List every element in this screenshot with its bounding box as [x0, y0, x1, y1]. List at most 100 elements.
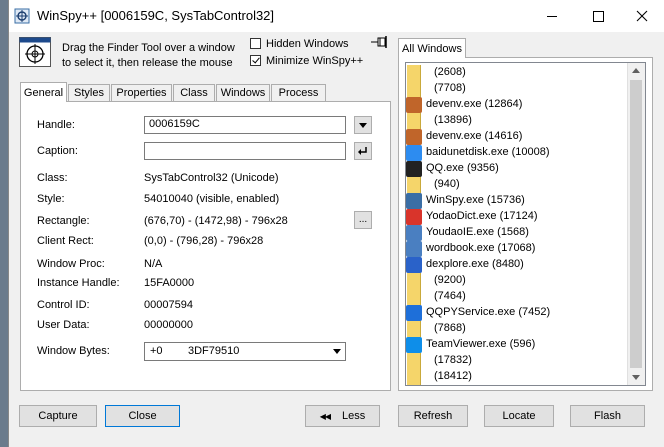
window-node[interactable]: (13896) [406, 113, 628, 129]
window-node[interactable]: (9200) [406, 273, 628, 289]
window-icon [406, 225, 422, 241]
tree-node-label: devenv.exe (14616) [426, 130, 523, 142]
tree-node-label: wordbook.exe (17068) [426, 242, 536, 254]
window-node[interactable]: (940) [406, 177, 628, 193]
control-id-label: Control ID: [37, 299, 90, 311]
process-node[interactable]: dexplore.exe (8480) [406, 257, 628, 273]
folder-icon [407, 65, 421, 81]
minimize-button[interactable] [529, 0, 575, 32]
tab-general[interactable]: General [20, 82, 67, 102]
folder-icon [407, 273, 421, 289]
chevron-down-icon [333, 349, 341, 354]
window-bytes-label: Window Bytes: [37, 345, 110, 357]
close-button[interactable]: Close [105, 405, 180, 427]
tab-all-windows[interactable]: All Windows [398, 38, 466, 58]
process-node[interactable]: devenv.exe (12864) [406, 97, 628, 113]
process-node[interactable]: devenv.exe (14616) [406, 129, 628, 145]
general-tab-panel: Handle: 0006159C Caption: Class: SysTabC… [20, 101, 391, 391]
process-node[interactable]: QQ.exe (9356) [406, 161, 628, 177]
window-icon [406, 241, 422, 257]
tab-class[interactable]: Class [173, 84, 215, 101]
pin-icon[interactable] [371, 36, 389, 48]
window-node[interactable]: (17832) [406, 353, 628, 369]
finder-instructions: Drag the Finder Tool over a window to se… [62, 41, 235, 71]
tree-node-label: WinSpy.exe (15736) [426, 194, 525, 206]
flash-button[interactable]: Flash [570, 405, 645, 427]
user-data-label: User Data: [37, 319, 90, 331]
tree-node-label: YoudaoIE.exe (1568) [426, 226, 529, 238]
rectangle-label: Rectangle: [37, 215, 90, 227]
scroll-up-icon[interactable] [632, 68, 640, 73]
tab-styles-label: Styles [74, 87, 104, 99]
tab-styles[interactable]: Styles [68, 84, 110, 101]
process-node[interactable]: YoudaoIE.exe (1568) [406, 225, 628, 241]
window-node[interactable]: (7868) [406, 321, 628, 337]
finder-tool-icon[interactable] [19, 37, 51, 67]
window-node[interactable]: (7708) [406, 81, 628, 97]
tree-node-label: (7464) [434, 290, 466, 302]
window-tree[interactable]: (2608) (7708) devenv.exe (12864) (13896) dev… [405, 62, 646, 386]
capture-button-label: Capture [38, 410, 78, 422]
window-bytes-select[interactable]: +0 3DF79510 [144, 342, 346, 361]
instance-handle-value: 15FA0000 [144, 277, 195, 289]
folder-icon [407, 177, 421, 193]
tab-general-label: General [23, 86, 64, 99]
process-node[interactable]: wordbook.exe (17068) [406, 241, 628, 257]
less-button[interactable]: ◀◀ Less [305, 405, 380, 427]
maximize-icon [592, 10, 604, 22]
style-label: Style: [37, 193, 65, 205]
tab-properties-label: Properties [116, 87, 167, 99]
rectangle-value: (676,70) - (1472,98) - 796x28 [144, 215, 288, 227]
help-icon [406, 257, 422, 273]
double-chevron-left-icon: ◀◀ [319, 411, 331, 421]
process-node[interactable]: baidunetdisk.exe (10008) [406, 145, 628, 161]
tree-node-label: (7708) [434, 82, 466, 94]
window-node[interactable]: (7464) [406, 289, 628, 305]
rectangle-options-button[interactable]: ... [354, 211, 372, 229]
refresh-button[interactable]: Refresh [398, 405, 468, 427]
caption-apply-button[interactable] [354, 142, 372, 160]
window-node[interactable]: (2608) [406, 65, 628, 81]
cloud-icon [406, 145, 422, 161]
qq-pinyin-icon [406, 305, 422, 321]
tree-scrollbar[interactable] [627, 63, 645, 385]
close-window-button[interactable] [619, 0, 664, 32]
dict-icon [406, 209, 422, 225]
close-icon [636, 10, 648, 22]
process-node[interactable]: YodaoDict.exe (17124) [406, 209, 628, 225]
client-rect-value: (0,0) - (796,28) - 796x28 [144, 235, 264, 247]
hidden-windows-label[interactable]: Hidden Windows [266, 38, 349, 50]
tab-properties[interactable]: Properties [111, 84, 172, 101]
scroll-down-icon[interactable] [632, 375, 640, 380]
tab-process-label: Process [278, 87, 319, 99]
all-windows-panel: (2608) (7708) devenv.exe (12864) (13896) dev… [398, 57, 653, 391]
minimize-winspy-label[interactable]: Minimize WinSpy++ [266, 55, 363, 67]
caption-label: Caption: [37, 145, 78, 157]
capture-button[interactable]: Capture [19, 405, 97, 427]
hidden-windows-checkbox[interactable] [250, 38, 261, 49]
maximize-button[interactable] [575, 0, 621, 32]
process-node[interactable]: TeamViewer.exe (596) [406, 337, 628, 353]
locate-button[interactable]: Locate [484, 405, 554, 427]
window-bytes-value: 3DF79510 [188, 345, 240, 357]
less-button-label: Less [342, 410, 366, 422]
minimize-winspy-checkbox[interactable] [250, 55, 261, 66]
penguin-icon [406, 161, 422, 177]
tree-node-label: YodaoDict.exe (17124) [426, 210, 538, 222]
tab-windows-label: Windows [220, 87, 266, 99]
tree-node-label: (13896) [434, 114, 472, 126]
process-node[interactable]: QQPYService.exe (7452) [406, 305, 628, 321]
title-bar[interactable]: WinSpy++ [0006159C, SysTabControl32] [9, 0, 664, 32]
tree-node-label: (18412) [434, 370, 472, 382]
control-id-value: 00007594 [144, 299, 193, 311]
window-node[interactable]: (18412) [406, 369, 628, 385]
tab-process[interactable]: Process [271, 84, 326, 101]
tab-windows[interactable]: Windows [216, 84, 270, 101]
handle-dropdown-button[interactable] [354, 116, 372, 134]
winspy-window: WinSpy++ [0006159C, SysTabControl32] Dra… [8, 0, 664, 447]
winspy-app-icon [14, 8, 30, 24]
handle-field[interactable]: 0006159C [144, 116, 346, 134]
scrollbar-thumb[interactable] [630, 80, 642, 368]
caption-field[interactable] [144, 142, 346, 160]
process-node[interactable]: WinSpy.exe (15736) [406, 193, 628, 209]
